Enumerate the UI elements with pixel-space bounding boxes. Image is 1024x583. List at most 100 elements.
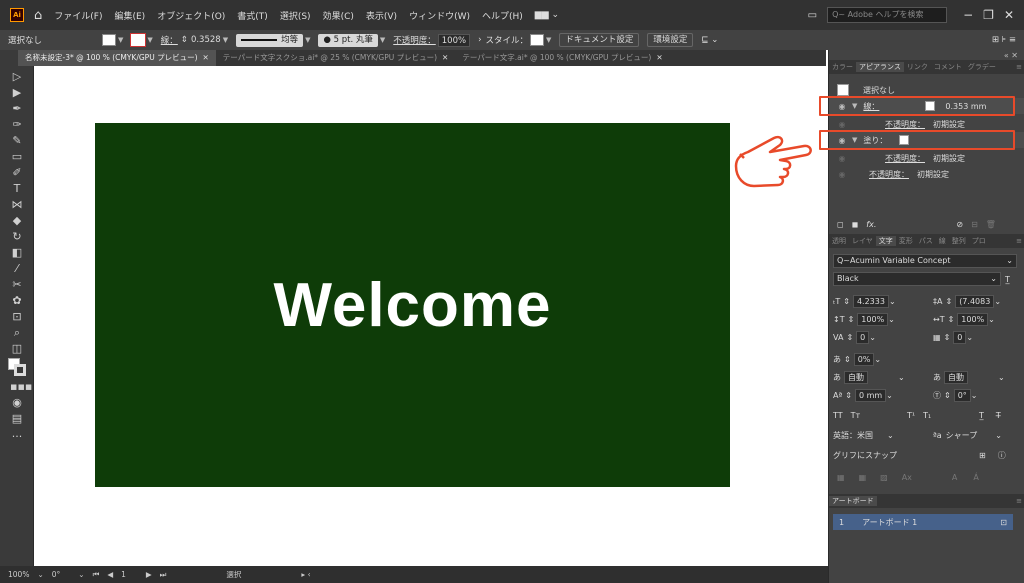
opacity-label[interactable]: 不透明度：: [393, 34, 436, 46]
chevron-down-icon[interactable]: ⌄: [995, 431, 1002, 440]
snap-baseline-icon[interactable]: ▦: [837, 473, 845, 482]
color-mode-icon[interactable]: ▪▪▪: [10, 380, 32, 394]
chevron-down-icon[interactable]: ⌄: [898, 373, 905, 382]
eye-icon[interactable]: ◉: [835, 170, 849, 179]
menu-effect[interactable]: 効果(C): [323, 9, 354, 22]
menu-file[interactable]: ファイル(F): [54, 9, 102, 22]
tsume-field[interactable]: 0%: [853, 352, 875, 366]
tab-links[interactable]: リンク: [904, 62, 931, 72]
scale-tool-icon[interactable]: ◧: [10, 246, 24, 260]
appearance-fill-opacity-row[interactable]: ◉ 不透明度： 初期設定: [829, 150, 1024, 166]
stepper-icon[interactable]: ⇕: [944, 391, 951, 400]
tab-document-2[interactable]: テーパード文字スクショ.ai* @ 25 % (CMYK/GPU プレビュー) ✕: [216, 50, 456, 66]
zoom-tool-icon[interactable]: ⌕: [10, 326, 24, 340]
menu-edit[interactable]: 編集(E): [114, 9, 145, 22]
snap-proximity-icon[interactable]: Ax: [902, 473, 912, 482]
tab-pathfinder[interactable]: パス: [916, 236, 936, 246]
all-caps-icon[interactable]: TT: [833, 411, 843, 420]
screen-mode-icon[interactable]: ▤: [10, 412, 24, 426]
opacity-label[interactable]: 不透明度：: [885, 153, 925, 164]
first-page-icon[interactable]: ⏮: [93, 570, 100, 580]
drawing-mode-icon[interactable]: ◉: [10, 396, 24, 410]
fx-button[interactable]: fx.: [866, 220, 876, 229]
brush-tool-icon[interactable]: ✐: [10, 166, 24, 180]
eye-icon[interactable]: ◉: [835, 154, 849, 163]
tab-document-3[interactable]: テーパード文字.ai* @ 100 % (CMYK/GPU プレビュー) ✕: [455, 50, 669, 66]
underline-icon[interactable]: T̲: [979, 411, 984, 420]
prev-page-icon[interactable]: ◀: [107, 570, 113, 579]
page-field[interactable]: 1: [121, 570, 126, 579]
tab-properties[interactable]: プロ: [969, 236, 989, 246]
tab-character[interactable]: 文字: [875, 236, 896, 246]
character-rotation-field[interactable]: 0°: [953, 388, 971, 402]
stepper-icon[interactable]: ⇕: [845, 391, 852, 400]
fill-swatch[interactable]: [102, 34, 117, 46]
touch-type-icon[interactable]: T̲: [1005, 272, 1010, 286]
preferences-button[interactable]: 環境設定: [647, 33, 694, 47]
document-setup-button[interactable]: ドキュメント設定: [559, 33, 640, 47]
leading-field[interactable]: (7.4083: [955, 294, 995, 308]
menu-select[interactable]: 選択(S): [280, 9, 311, 22]
stroke-swatch[interactable]: [130, 33, 147, 47]
panel-menu-icon[interactable]: ≡: [1013, 63, 1024, 71]
last-page-icon[interactable]: ⏭: [160, 570, 167, 580]
chevron-down-icon[interactable]: ▼: [546, 36, 551, 44]
tab-transparency[interactable]: 透明: [829, 236, 849, 246]
aki-after-select[interactable]: 自動: [944, 370, 968, 384]
snap-xheight-icon[interactable]: ▦: [859, 473, 867, 482]
close-icon[interactable]: ✕: [203, 53, 209, 62]
stepper-icon[interactable]: ⇕: [944, 333, 951, 342]
workspace-switcher-icon[interactable]: ▆▆ ⌄: [535, 10, 559, 20]
artboard-list-item[interactable]: 1 アートボード 1 ⊡: [833, 514, 1013, 530]
chevron-down-icon[interactable]: ⌄: [874, 355, 881, 364]
close-icon[interactable]: ✕: [442, 53, 448, 62]
type-tool-icon[interactable]: T: [10, 182, 24, 196]
eyedropper-tool-icon[interactable]: ⁄: [10, 262, 24, 276]
menu-help[interactable]: ヘルプ(H): [482, 9, 523, 22]
more-tools-icon[interactable]: ···: [10, 430, 24, 444]
help-search-input[interactable]: Q~ Adobe ヘルプを検索: [827, 7, 948, 23]
collapse-panels-icon[interactable]: « ✕: [1004, 51, 1018, 60]
tab-color[interactable]: カラー: [829, 62, 856, 72]
rotate-field[interactable]: 0°: [52, 570, 61, 579]
stepper-icon[interactable]: ⇕: [948, 315, 955, 324]
eraser-tool-icon[interactable]: ◆: [10, 214, 24, 228]
next-page-icon[interactable]: ▶: [146, 570, 152, 579]
tab-artboards[interactable]: アートボード: [829, 496, 877, 506]
blend-tool-icon[interactable]: ✂: [10, 278, 24, 292]
tab-appearance[interactable]: アピアランス: [856, 62, 904, 72]
fill-stroke-icon[interactable]: [8, 358, 26, 376]
chevron-down-icon[interactable]: ⌄: [1006, 255, 1013, 267]
close-icon[interactable]: ✕: [656, 53, 662, 62]
chevron-right-icon[interactable]: ›: [478, 35, 481, 45]
font-size-field[interactable]: 4.2333: [852, 294, 889, 308]
artboard-rectangle[interactable]: Welcome: [95, 123, 730, 487]
selection-tool-icon[interactable]: ▷: [10, 70, 24, 84]
stepper-icon[interactable]: ⇕: [848, 315, 855, 324]
chevron-down-icon[interactable]: ⌄: [990, 273, 997, 285]
artboard-name[interactable]: アートボード 1: [862, 517, 917, 528]
arrange-documents-icon[interactable]: ▭: [808, 10, 817, 21]
tracking-field[interactable]: 0: [953, 330, 967, 344]
chevron-down-icon[interactable]: ⌄: [78, 570, 84, 579]
arrange-icon[interactable]: ⊑ ⌄: [701, 35, 718, 45]
chevron-down-icon[interactable]: ▼: [147, 36, 152, 44]
status-mode[interactable]: 選択: [226, 569, 241, 580]
chevron-down-icon[interactable]: ⌄: [988, 315, 995, 324]
artboard-options-icon[interactable]: ⊡: [1000, 518, 1007, 527]
curvature-tool-icon[interactable]: ✑: [10, 118, 24, 132]
horizontal-scale-field[interactable]: 100%: [957, 312, 989, 326]
rotate-tool-icon[interactable]: ↻: [10, 230, 24, 244]
vertical-scale-field[interactable]: 100%: [857, 312, 889, 326]
subscript-icon[interactable]: T₁: [923, 411, 931, 420]
superscript-icon[interactable]: T¹: [907, 411, 915, 420]
chevron-down-icon[interactable]: ⌄: [998, 373, 1005, 382]
panel-menu-icon[interactable]: ⊞ ⊧ ≡: [992, 35, 1016, 45]
info-icon[interactable]: ⓘ: [998, 450, 1006, 461]
chevron-down-icon[interactable]: ▼: [223, 36, 228, 44]
chevron-down-icon[interactable]: ⌄: [869, 333, 876, 342]
brush-select[interactable]: ● 5 pt. 丸筆: [318, 33, 378, 47]
snap-angular-icon[interactable]: A: [952, 473, 957, 482]
stepper-icon[interactable]: ⇕: [181, 35, 188, 45]
chevron-down-icon[interactable]: ⌄: [888, 315, 895, 324]
